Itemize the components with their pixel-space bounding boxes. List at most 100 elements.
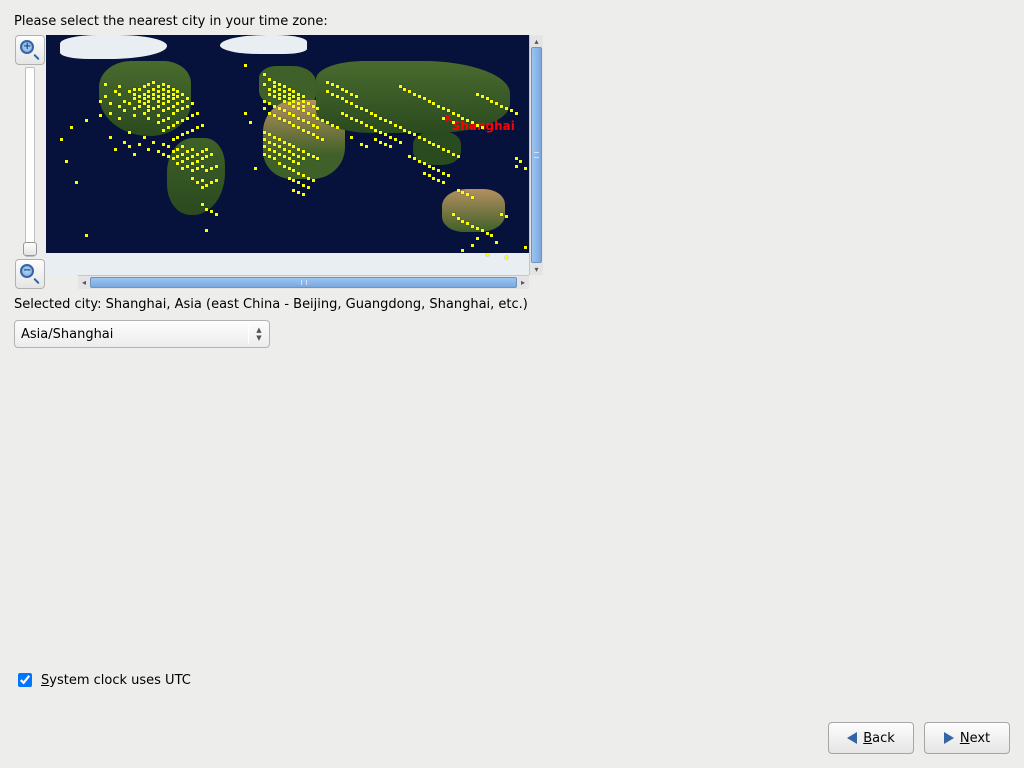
city-dot[interactable] xyxy=(201,157,204,160)
city-dot[interactable] xyxy=(215,213,218,216)
city-dot[interactable] xyxy=(505,215,508,218)
city-dot[interactable] xyxy=(379,117,382,120)
city-dot[interactable] xyxy=(394,138,397,141)
city-dot[interactable] xyxy=(297,155,300,158)
city-dot[interactable] xyxy=(341,97,344,100)
city-dot[interactable] xyxy=(283,85,286,88)
city-dot[interactable] xyxy=(505,256,508,259)
city-dot[interactable] xyxy=(297,181,300,184)
city-dot[interactable] xyxy=(162,88,165,91)
scroll-down-arrow[interactable]: ▾ xyxy=(530,263,543,275)
city-dot[interactable] xyxy=(138,105,141,108)
city-dot[interactable] xyxy=(447,109,450,112)
city-dot[interactable] xyxy=(457,217,460,220)
city-dot[interactable] xyxy=(118,105,121,108)
city-dot[interactable] xyxy=(457,189,460,192)
city-dot[interactable] xyxy=(201,179,204,182)
city-dot[interactable] xyxy=(205,184,208,187)
city-dot[interactable] xyxy=(495,102,498,105)
city-dot[interactable] xyxy=(152,141,155,144)
city-dot[interactable] xyxy=(147,105,150,108)
city-dot[interactable] xyxy=(312,105,315,108)
city-dot[interactable] xyxy=(205,155,208,158)
city-dot[interactable] xyxy=(423,172,426,175)
city-dot[interactable] xyxy=(268,133,271,136)
city-dot[interactable] xyxy=(302,157,305,160)
city-dot[interactable] xyxy=(379,131,382,134)
city-dot[interactable] xyxy=(181,119,184,122)
city-dot[interactable] xyxy=(186,165,189,168)
city-dot[interactable] xyxy=(374,129,377,132)
city-dot[interactable] xyxy=(413,133,416,136)
city-dot[interactable] xyxy=(205,229,208,232)
city-dot[interactable] xyxy=(191,129,194,132)
city-dot[interactable] xyxy=(292,189,295,192)
city-dot[interactable] xyxy=(297,172,300,175)
city-dot[interactable] xyxy=(157,90,160,93)
city-dot[interactable] xyxy=(181,145,184,148)
city-dot[interactable] xyxy=(114,148,117,151)
city-dot[interactable] xyxy=(172,157,175,160)
city-dot[interactable] xyxy=(167,117,170,120)
scroll-up-arrow[interactable]: ▴ xyxy=(530,35,543,47)
city-dot[interactable] xyxy=(283,165,286,168)
city-dot[interactable] xyxy=(345,100,348,103)
city-dot[interactable] xyxy=(442,181,445,184)
city-dot[interactable] xyxy=(486,253,489,256)
city-dot[interactable] xyxy=(273,136,276,139)
city-dot[interactable] xyxy=(278,162,281,165)
city-dot[interactable] xyxy=(152,88,155,91)
city-dot[interactable] xyxy=(133,114,136,117)
city-dot[interactable] xyxy=(297,117,300,120)
city-dot[interactable] xyxy=(288,88,291,91)
city-dot[interactable] xyxy=(384,143,387,146)
city-dot[interactable] xyxy=(283,95,286,98)
city-dot[interactable] xyxy=(147,117,150,120)
city-dot[interactable] xyxy=(157,85,160,88)
city-dot[interactable] xyxy=(273,114,276,117)
city-dot[interactable] xyxy=(152,81,155,84)
city-dot[interactable] xyxy=(128,90,131,93)
city-dot[interactable] xyxy=(432,167,435,170)
city-dot[interactable] xyxy=(442,117,445,120)
city-dot[interactable] xyxy=(307,131,310,134)
city-dot[interactable] xyxy=(172,97,175,100)
city-dot[interactable] xyxy=(355,105,358,108)
city-dot[interactable] xyxy=(292,179,295,182)
city-dot[interactable] xyxy=(273,85,276,88)
city-dot[interactable] xyxy=(268,148,271,151)
city-dot[interactable] xyxy=(181,107,184,110)
city-dot[interactable] xyxy=(350,117,353,120)
city-dot[interactable] xyxy=(302,184,305,187)
city-dot[interactable] xyxy=(210,167,213,170)
city-dot[interactable] xyxy=(181,133,184,136)
city-dot[interactable] xyxy=(191,155,194,158)
city-dot[interactable] xyxy=(181,100,184,103)
timezone-select[interactable]: Asia/Shanghai ▲▼ xyxy=(14,320,270,348)
city-dot[interactable] xyxy=(186,117,189,120)
city-dot[interactable] xyxy=(268,102,271,105)
city-dot[interactable] xyxy=(413,93,416,96)
city-dot[interactable] xyxy=(263,145,266,148)
map-vertical-scrollbar[interactable]: ▴ ▾ xyxy=(529,35,543,275)
city-dot[interactable] xyxy=(350,136,353,139)
city-dot[interactable] xyxy=(201,186,204,189)
city-dot[interactable] xyxy=(244,112,247,115)
city-dot[interactable] xyxy=(133,107,136,110)
city-dot[interactable] xyxy=(273,105,276,108)
city-dot[interactable] xyxy=(292,145,295,148)
city-dot[interactable] xyxy=(273,150,276,153)
city-dot[interactable] xyxy=(292,124,295,127)
city-dot[interactable] xyxy=(316,107,319,110)
city-dot[interactable] xyxy=(167,95,170,98)
city-dot[interactable] xyxy=(292,169,295,172)
city-dot[interactable] xyxy=(263,107,266,110)
city-dot[interactable] xyxy=(515,112,518,115)
city-dot[interactable] xyxy=(283,90,286,93)
city-dot[interactable] xyxy=(201,203,204,206)
city-dot[interactable] xyxy=(288,121,291,124)
city-dot[interactable] xyxy=(437,169,440,172)
city-dot[interactable] xyxy=(355,119,358,122)
city-dot[interactable] xyxy=(292,105,295,108)
city-dot[interactable] xyxy=(360,121,363,124)
